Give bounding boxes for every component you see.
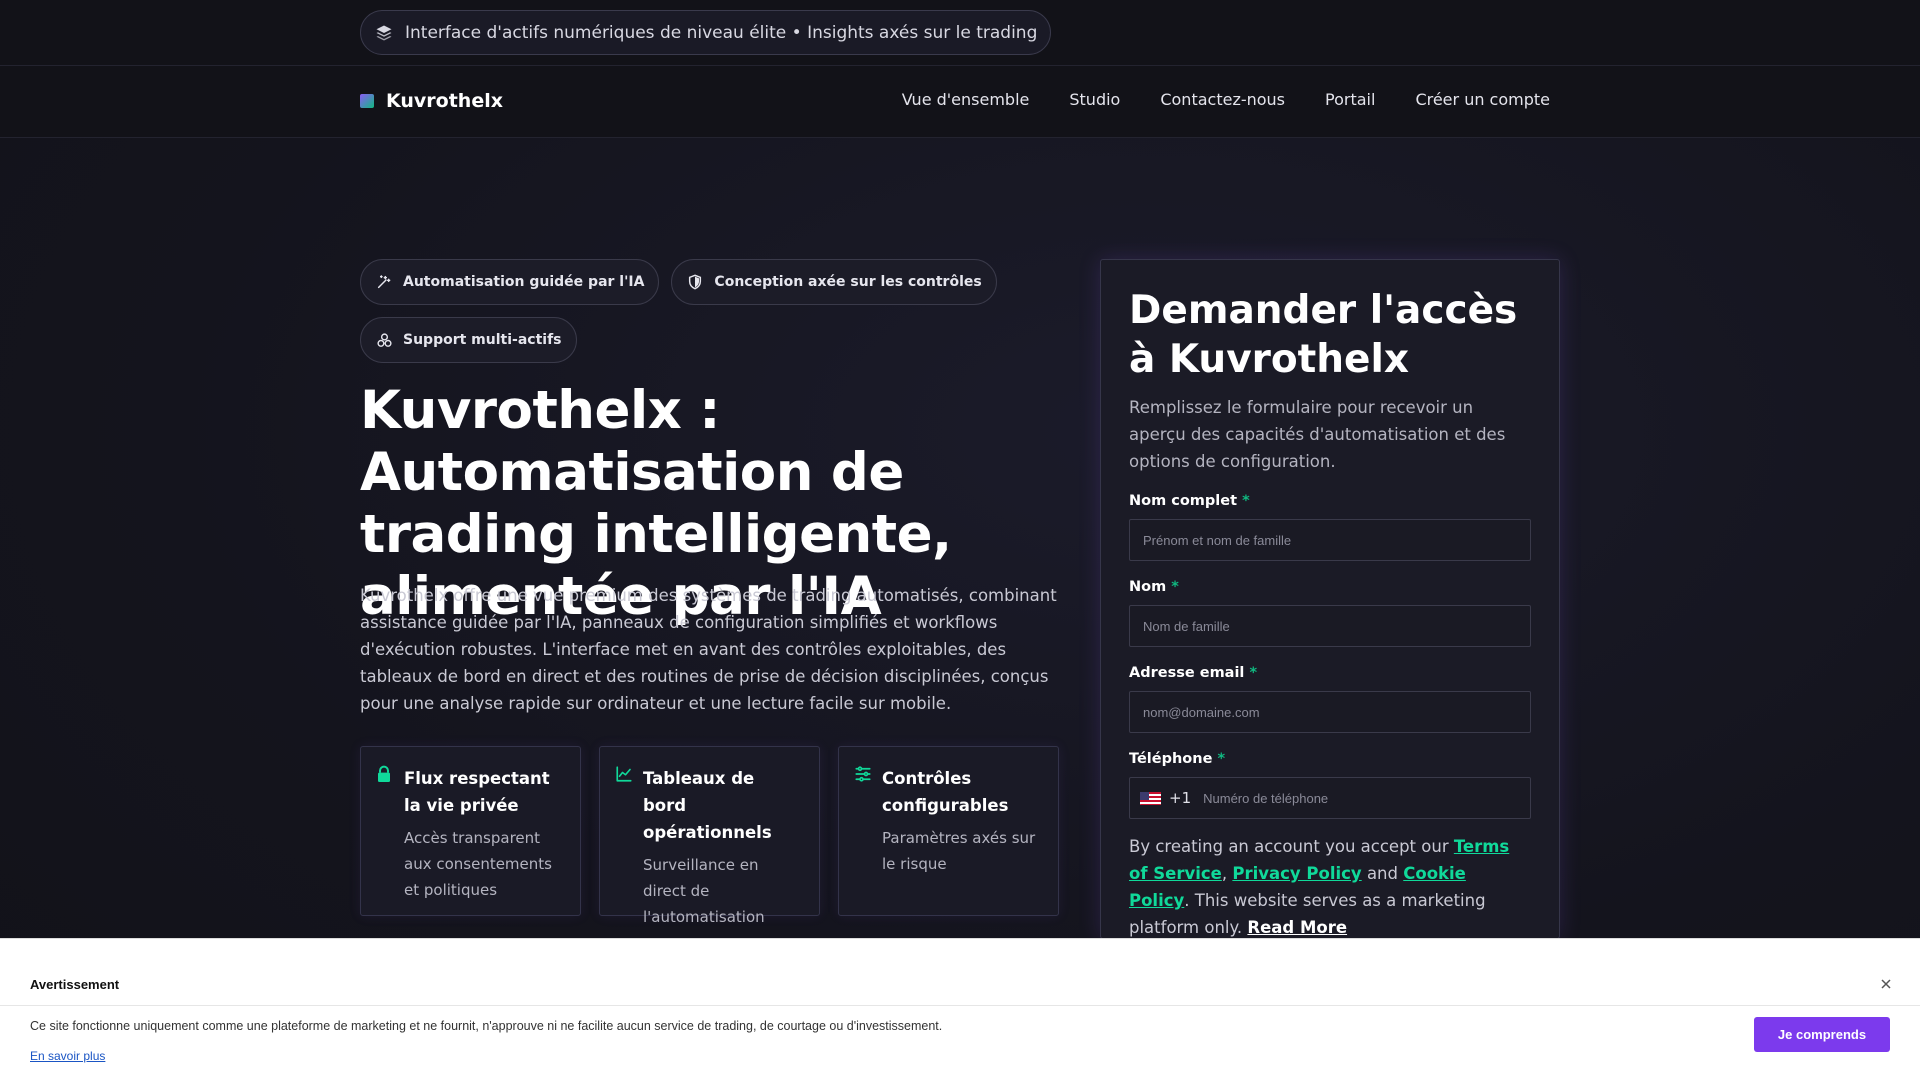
chip-controls-design: Conception axée sur les contrôles <box>671 259 997 305</box>
email-input[interactable] <box>1129 691 1531 733</box>
fullname-input[interactable] <box>1129 519 1531 561</box>
phone-field: +1 <box>1129 777 1531 819</box>
country-code[interactable]: +1 <box>1169 789 1191 807</box>
feature-desc: Paramètres axés sur le risque <box>882 829 1036 873</box>
feature-desc: Surveillance en direct de l'automatisati… <box>643 856 765 926</box>
feature-cards: Flux respectant la vie privée Accès tran… <box>360 746 1060 926</box>
feature-title: Flux respectant la vie privée <box>404 769 550 815</box>
disclaimer-banner: Avertissement Ce site fonctionne uniquem… <box>0 938 1920 1080</box>
form-subtitle: Remplissez le formulaire pour recevoir u… <box>1129 398 1506 471</box>
banner-divider <box>0 1005 1920 1006</box>
feature-card-controls: Contrôles configurables Paramètres axés … <box>838 746 1059 916</box>
phone-label: Téléphone * <box>1129 751 1226 767</box>
lastname-label: Nom * <box>1129 579 1179 595</box>
chart-line-icon <box>615 765 633 783</box>
privacy-policy-link[interactable]: Privacy Policy <box>1232 864 1361 883</box>
announcement-text: Interface d'actifs numériques de niveau … <box>405 22 1038 43</box>
hero-lead: Kuvrothelx offre une vue premium des sys… <box>360 586 1057 713</box>
nav-item-portal[interactable]: Portail <box>1325 90 1375 109</box>
learn-more-link[interactable]: En savoir plus <box>30 1049 105 1063</box>
brand-logo[interactable]: Kuvrothelx <box>360 90 503 112</box>
feature-card-dashboards: Tableaux de bord opérationnels Surveilla… <box>599 746 820 926</box>
chip-label: Conception axée sur les contrôles <box>714 274 982 290</box>
required-mark: * <box>1242 493 1250 509</box>
feature-chips: Automatisation guidée par l'IA Conceptio… <box>360 259 1060 363</box>
read-more-link[interactable]: Read More <box>1247 918 1347 937</box>
us-flag-icon[interactable] <box>1140 791 1161 805</box>
nav-menu: Vue d'ensemble Studio Contactez-nous Por… <box>902 90 1550 109</box>
email-label: Adresse email * <box>1129 665 1258 681</box>
required-mark: * <box>1171 579 1179 595</box>
banner-title: Avertissement <box>30 977 120 992</box>
fullname-label: Nom complet * <box>1129 493 1250 509</box>
brand-name: Kuvrothelx <box>386 90 503 112</box>
access-form-card: Demander l'accès à Kuvrothelx Remplissez… <box>1100 259 1560 939</box>
feature-title: Tableaux de bord opérationnels <box>643 769 772 842</box>
chip-ai-automation: Automatisation guidée par l'IA <box>360 259 660 305</box>
coins-icon <box>375 331 393 349</box>
required-mark: * <box>1217 751 1226 767</box>
nav-item-overview[interactable]: Vue d'ensemble <box>902 90 1030 109</box>
accept-button[interactable]: Je comprends <box>1754 1017 1890 1052</box>
nav-item-contact[interactable]: Contactez-nous <box>1160 90 1285 109</box>
nav-item-studio[interactable]: Studio <box>1069 90 1120 109</box>
banner-text: Ce site fonctionne uniquement comme une … <box>30 1019 943 1033</box>
shield-icon <box>686 273 704 291</box>
feature-card-privacy: Flux respectant la vie privée Accès tran… <box>360 746 581 916</box>
terms-text: By creating an account you accept our Te… <box>1129 837 1510 937</box>
close-icon[interactable] <box>1880 975 1892 994</box>
announcement-bar: Interface d'actifs numériques de niveau … <box>0 0 1920 66</box>
layers-icon <box>373 22 395 44</box>
sliders-icon <box>854 765 872 783</box>
chip-label: Automatisation guidée par l'IA <box>403 274 645 290</box>
nav-item-signup[interactable]: Créer un compte <box>1415 90 1550 109</box>
lastname-input[interactable] <box>1129 605 1531 647</box>
magic-wand-icon <box>375 273 393 291</box>
lock-icon <box>376 765 394 783</box>
main-nav: Kuvrothelx Vue d'ensemble Studio Contact… <box>0 66 1920 138</box>
form-title: Demander l'accès à Kuvrothelx <box>1129 288 1518 382</box>
announcement-pill: Interface d'actifs numériques de niveau … <box>360 10 1052 55</box>
chip-multi-asset: Support multi-actifs <box>360 317 577 363</box>
chip-label: Support multi-actifs <box>403 332 562 348</box>
feature-desc: Accès transparent aux consentements et p… <box>404 829 552 899</box>
required-mark: * <box>1249 665 1258 681</box>
brand-mark-icon <box>360 94 374 108</box>
feature-title: Contrôles configurables <box>882 769 1009 815</box>
phone-input[interactable] <box>1201 778 1530 818</box>
